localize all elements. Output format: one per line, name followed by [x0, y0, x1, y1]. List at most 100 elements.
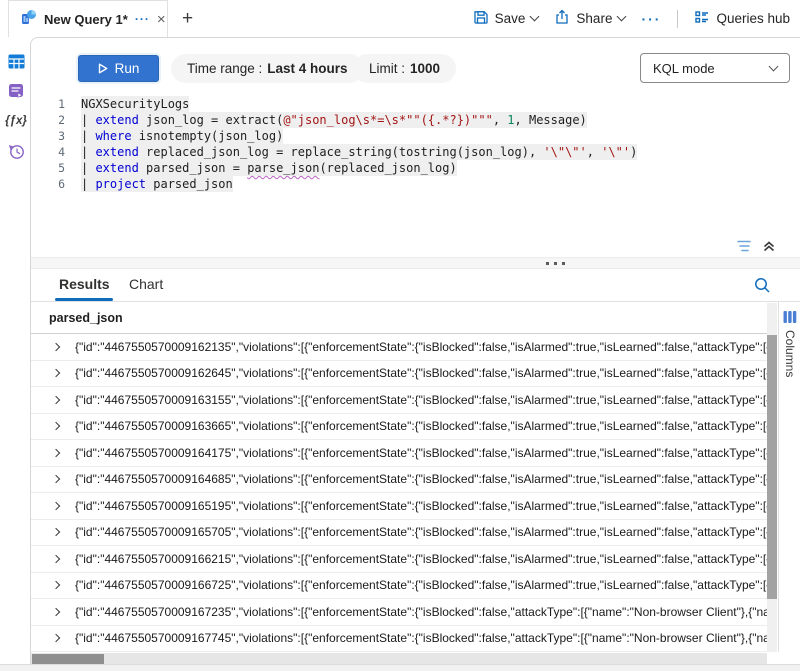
columns-icon — [783, 310, 797, 329]
window-bottom-strip — [0, 664, 800, 671]
new-tab-button[interactable]: + — [168, 0, 207, 37]
table-row[interactable]: {"id":"4467550570009163155","violations"… — [31, 387, 767, 414]
vertical-scrollbar-thumb[interactable] — [767, 335, 777, 599]
tables-icon[interactable] — [7, 52, 25, 70]
row-json-cell: {"id":"4467550570009166215","violations"… — [75, 552, 767, 566]
row-json-cell: {"id":"4467550570009162645","violations"… — [75, 366, 767, 380]
row-expand-icon[interactable] — [52, 502, 60, 510]
save-chevron-icon — [530, 12, 540, 22]
row-expand-icon[interactable] — [52, 475, 60, 483]
table-row[interactable]: {"id":"4467550570009165705","violations"… — [31, 520, 767, 547]
row-expand-icon[interactable] — [52, 608, 60, 616]
row-json-cell: {"id":"4467550570009164175","violations"… — [75, 446, 767, 460]
queries-hub-label: Queries hub — [716, 11, 790, 26]
limit-picker[interactable]: Limit : 1000 — [353, 54, 456, 83]
tab-more-icon[interactable]: ··· — [135, 12, 150, 26]
run-label: Run — [115, 61, 140, 76]
code-line[interactable]: 2| extend json_log = extract(@"json_log\… — [31, 112, 791, 128]
code-line[interactable]: 6| project parsed_json — [31, 176, 791, 192]
kql-mode-chevron-icon — [769, 61, 779, 71]
table-row[interactable]: {"id":"4467550570009163665","violations"… — [31, 414, 767, 441]
share-icon — [554, 9, 570, 28]
run-play-icon — [98, 63, 108, 74]
kql-mode-select[interactable]: KQL mode — [640, 53, 790, 83]
row-json-cell: {"id":"4467550570009163665","violations"… — [75, 419, 767, 433]
code-text: | project parsed_json — [81, 176, 233, 192]
time-range-picker[interactable]: Time range : Last 4 hours — [171, 54, 364, 83]
code-text: | extend json_log = extract(@"json_log\s… — [81, 112, 587, 128]
row-json-cell: {"id":"4467550570009162135","violations"… — [75, 340, 767, 354]
kql-mode-value: KQL mode — [653, 61, 715, 76]
table-row[interactable]: {"id":"4467550570009167235","violations"… — [31, 599, 767, 626]
query-history-icon[interactable] — [7, 142, 25, 160]
table-row[interactable]: {"id":"4467550570009162135","violations"… — [31, 334, 767, 361]
share-button[interactable]: Share — [554, 9, 625, 28]
row-json-cell: {"id":"4467550570009165195","violations"… — [75, 499, 767, 513]
row-json-cell: {"id":"4467550570009164685","violations"… — [75, 472, 767, 486]
row-json-cell: {"id":"4467550570009166725","violations"… — [75, 578, 767, 592]
tab-close-icon[interactable]: × — [157, 12, 166, 27]
table-row[interactable]: {"id":"4467550570009164175","violations"… — [31, 440, 767, 467]
save-button[interactable]: Save — [473, 9, 539, 28]
line-number: 1 — [31, 97, 81, 111]
row-expand-icon[interactable] — [52, 528, 60, 536]
more-actions-button[interactable]: ··· — [641, 11, 661, 27]
code-text: | where isnotempty(json_log) — [81, 128, 283, 144]
table-row[interactable]: {"id":"4467550570009167745","violations"… — [31, 626, 767, 653]
code-line[interactable]: 1NGXSecurityLogs — [31, 96, 791, 112]
pane-splitter[interactable] — [31, 257, 800, 269]
search-icon[interactable] — [753, 276, 771, 299]
splitter-handle-icon — [546, 262, 565, 265]
line-number: 4 — [31, 145, 81, 159]
tab-chart[interactable]: Chart — [129, 276, 163, 292]
table-row[interactable]: {"id":"4467550570009165195","violations"… — [31, 493, 767, 520]
horizontal-scrollbar-thumb[interactable] — [32, 654, 104, 664]
filter-lines-icon[interactable] — [736, 239, 752, 253]
row-expand-icon[interactable] — [52, 449, 60, 457]
table-row[interactable]: {"id":"4467550570009162645","violations"… — [31, 361, 767, 388]
table-row[interactable]: {"id":"4467550570009164685","violations"… — [31, 467, 767, 494]
share-chevron-icon — [617, 12, 627, 22]
columns-panel-label: Columns — [783, 330, 797, 377]
tab-results[interactable]: Results — [59, 276, 110, 292]
row-expand-icon[interactable] — [52, 369, 60, 377]
limit-value: 1000 — [410, 61, 440, 76]
left-rail: {ƒx} — [0, 37, 30, 664]
vertical-scrollbar[interactable] — [767, 303, 777, 652]
queries-hub-button[interactable]: Queries hub — [694, 9, 790, 28]
query-tab-title: New Query 1* — [44, 12, 128, 27]
code-line[interactable]: 5| extend parsed_json = parse_json(repla… — [31, 160, 791, 176]
table-row[interactable]: {"id":"4467550570009166215","violations"… — [31, 546, 767, 573]
query-pane: Run Time range : Last 4 hours Limit : 10… — [30, 37, 800, 671]
row-expand-icon[interactable] — [52, 555, 60, 563]
table-row[interactable]: {"id":"4467550570009166725","violations"… — [31, 573, 767, 600]
column-header-parsed-json[interactable]: parsed_json — [31, 302, 767, 334]
code-line[interactable]: 3| where isnotempty(json_log) — [31, 128, 791, 144]
functions-icon[interactable]: {ƒx} — [7, 112, 25, 130]
row-expand-icon[interactable] — [52, 396, 60, 404]
columns-panel-tab[interactable]: Columns — [778, 302, 800, 652]
row-json-cell: {"id":"4467550570009163155","violations"… — [75, 393, 767, 407]
queries-hub-icon — [694, 9, 710, 28]
run-button[interactable]: Run — [78, 55, 159, 82]
time-range-label: Time range : — [187, 61, 262, 76]
tab-bar-actions: Save Share ··· — [473, 0, 800, 37]
code-text: | extend parsed_json = parse_json(replac… — [81, 160, 457, 176]
query-tab[interactable]: New Query 1* ··· × — [8, 0, 168, 37]
share-label: Share — [576, 11, 612, 26]
code-line[interactable]: 4| extend replaced_json_log = replace_st… — [31, 144, 791, 160]
save-icon — [473, 9, 489, 28]
row-expand-icon[interactable] — [52, 422, 60, 430]
row-json-cell: {"id":"4467550570009167235","violations"… — [75, 605, 767, 619]
query-app-icon — [21, 9, 37, 30]
row-expand-icon[interactable] — [52, 581, 60, 589]
time-range-value: Last 4 hours — [267, 61, 347, 76]
limit-label: Limit : — [369, 61, 405, 76]
row-expand-icon[interactable] — [52, 634, 60, 642]
row-json-cell: {"id":"4467550570009165705","violations"… — [75, 525, 767, 539]
query-editor[interactable]: 1NGXSecurityLogs2| extend json_log = ext… — [31, 96, 791, 246]
collapse-panel-icon[interactable] — [762, 239, 776, 253]
active-tab-underline — [55, 298, 113, 301]
row-expand-icon[interactable] — [52, 343, 60, 351]
saved-scripts-icon[interactable] — [7, 82, 25, 100]
